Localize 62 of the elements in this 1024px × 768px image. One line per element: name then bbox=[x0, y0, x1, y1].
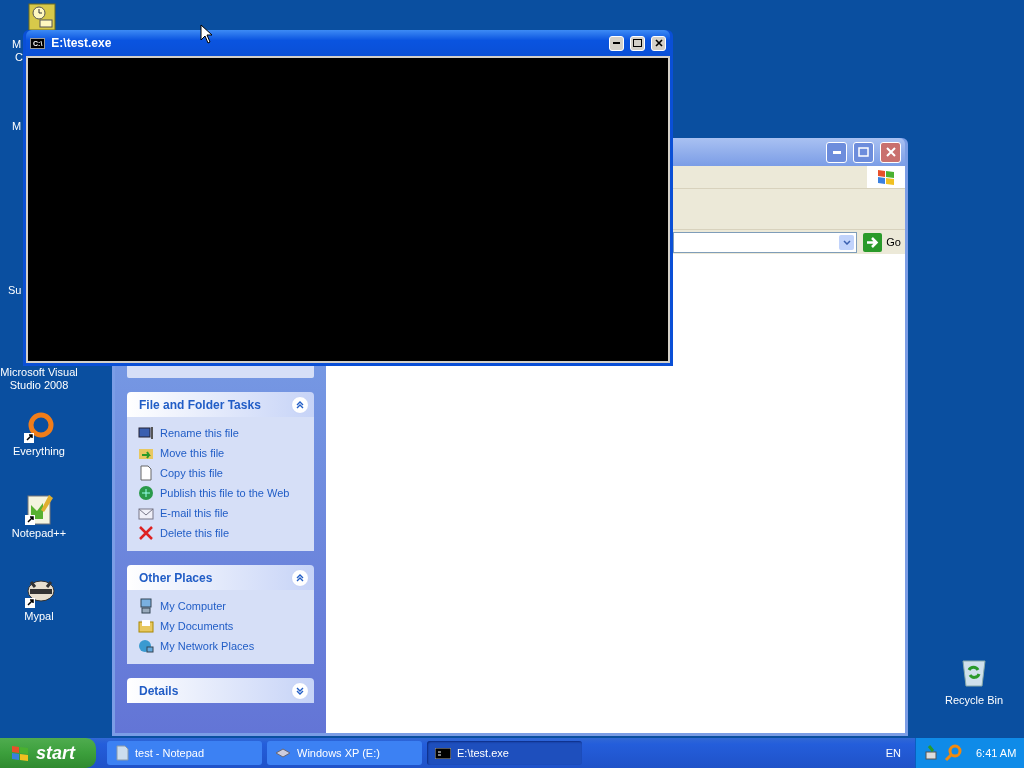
minimize-icon bbox=[613, 42, 620, 44]
double-chevron-up-icon bbox=[296, 400, 304, 409]
task-link[interactable]: My Computer bbox=[160, 600, 227, 612]
task-link[interactable]: Delete this file bbox=[160, 527, 230, 539]
computer-icon bbox=[138, 598, 154, 614]
task-link[interactable]: My Network Places bbox=[160, 640, 255, 652]
section-title: Details bbox=[139, 683, 179, 698]
flag-logo-icon bbox=[876, 168, 896, 186]
task-link[interactable]: Rename this file bbox=[160, 427, 239, 439]
envelope-icon bbox=[138, 505, 154, 521]
close-icon bbox=[885, 147, 896, 157]
document-icon bbox=[138, 465, 154, 481]
minimize-icon bbox=[832, 150, 841, 154]
address-field[interactable] bbox=[673, 231, 858, 253]
go-button[interactable]: Go bbox=[863, 232, 901, 252]
collapse-button[interactable] bbox=[291, 568, 309, 587]
task-link[interactable]: Publish this file to the Web bbox=[160, 487, 290, 499]
caret-icon bbox=[842, 239, 851, 245]
flag-logo-icon bbox=[10, 744, 30, 762]
delete-icon bbox=[138, 525, 154, 541]
network-tray-icon[interactable] bbox=[924, 745, 940, 761]
console-icon bbox=[435, 747, 451, 759]
collapse-button[interactable] bbox=[291, 395, 309, 414]
monitor-icon bbox=[138, 425, 154, 441]
section-title: Other Places bbox=[139, 570, 213, 585]
desktop-icon-label: Notepad++ bbox=[11, 527, 67, 540]
dropdown-button[interactable] bbox=[839, 234, 855, 250]
desktop-icon-label: M bbox=[12, 120, 22, 133]
notepad-icon bbox=[22, 493, 56, 527]
pointer-icon bbox=[200, 24, 214, 44]
maximize-icon bbox=[858, 147, 869, 157]
task-link[interactable]: Copy this file bbox=[160, 467, 223, 479]
folder-icon bbox=[138, 618, 154, 634]
start-button[interactable]: start bbox=[0, 738, 96, 768]
desktop-icon-label: Su bbox=[8, 284, 22, 297]
clock: 6:41 AM bbox=[976, 747, 1017, 759]
task-link[interactable]: Move this file bbox=[160, 447, 225, 459]
close-icon bbox=[654, 39, 663, 47]
desktop-icon-label: Everything bbox=[13, 445, 65, 458]
taskbar-button[interactable]: Windows XP (E:) bbox=[267, 741, 422, 765]
double-chevron-up-icon bbox=[296, 573, 304, 582]
drive-icon bbox=[275, 748, 291, 758]
close-button[interactable] bbox=[651, 35, 666, 51]
minimize-button[interactable] bbox=[609, 35, 624, 51]
expand-button[interactable] bbox=[291, 681, 309, 700]
taskbar-button[interactable]: E:\test.exe bbox=[427, 741, 582, 765]
maximize-button[interactable] bbox=[630, 35, 645, 51]
window-title: E:\test.exe bbox=[51, 36, 113, 50]
task-link[interactable]: My Documents bbox=[160, 620, 234, 632]
desktop-icon-label: Microsoft Visual Studio 2008 bbox=[0, 366, 78, 392]
language-indicator[interactable]: EN bbox=[885, 747, 901, 759]
globe-icon bbox=[138, 485, 154, 501]
calendar-icon bbox=[28, 3, 56, 31]
maximize-icon bbox=[633, 39, 642, 47]
desktop-icon-label: Mypal bbox=[24, 610, 54, 623]
desktop-icon-label: Recycle Bin bbox=[944, 694, 1004, 707]
desktop-icon-label: M C bbox=[12, 38, 23, 64]
double-chevron-down-icon bbox=[296, 686, 304, 695]
document-icon bbox=[115, 745, 129, 761]
taskbar-button[interactable]: test - Notepad bbox=[107, 741, 262, 765]
section-title: File and Folder Tasks bbox=[139, 397, 261, 412]
task-link[interactable]: E-mail this file bbox=[160, 507, 229, 519]
